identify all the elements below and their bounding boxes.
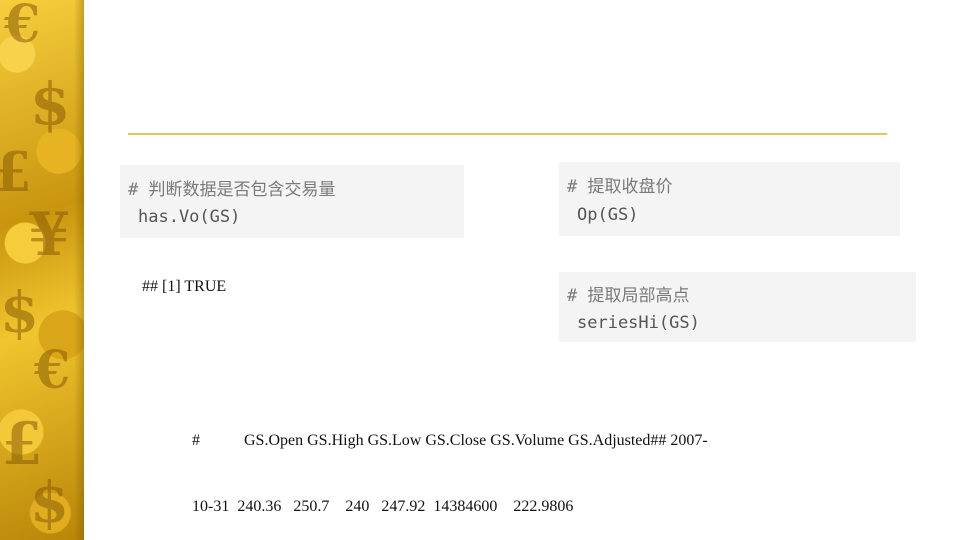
strip-shadow [74,0,84,540]
pound-symbol-icon: £ [2,410,43,478]
code-chunk-series-high: # 提取局部高点 seriesHi(GS) [559,272,916,342]
output-data-line: 10-31 240.36 250.7 240 247.92 14384600 2… [192,498,574,515]
code-comment: # 提取局部高点 [567,286,690,306]
output-header-line: # GS.Open GS.High GS.Low GS.Close GS.Vol… [192,432,708,449]
code-comment: # 判断数据是否包含交易量 [128,180,336,200]
dollar-symbol-icon: $ [30,470,69,536]
decorative-currency-strip: € $ £ ¥ $ € £ $ [0,0,84,540]
code-chunk-close-price: # 提取收盘价 Op(GS) [559,162,900,236]
yen-symbol-icon: ¥ [28,200,70,270]
title-divider-line [128,133,887,135]
code-chunk-has-volume: # 判断数据是否包含交易量 has.Vo(GS) [120,165,464,238]
pound-symbol-icon: £ [0,140,32,204]
euro-symbol-icon: € [4,0,41,55]
code-line: has.Vo(GS) [138,207,241,227]
dollar-symbol-icon: $ [0,280,39,346]
code-line: Op(GS) [577,205,639,225]
code-comment: # 提取收盘价 [567,177,673,197]
code-output-table: # GS.Open GS.High GS.Low GS.Close GS.Vol… [192,386,708,540]
code-line: seriesHi(GS) [577,313,700,333]
code-output-true: ## [1] TRUE [142,278,227,295]
euro-symbol-icon: € [34,340,71,401]
dollar-symbol-icon: $ [30,70,71,138]
